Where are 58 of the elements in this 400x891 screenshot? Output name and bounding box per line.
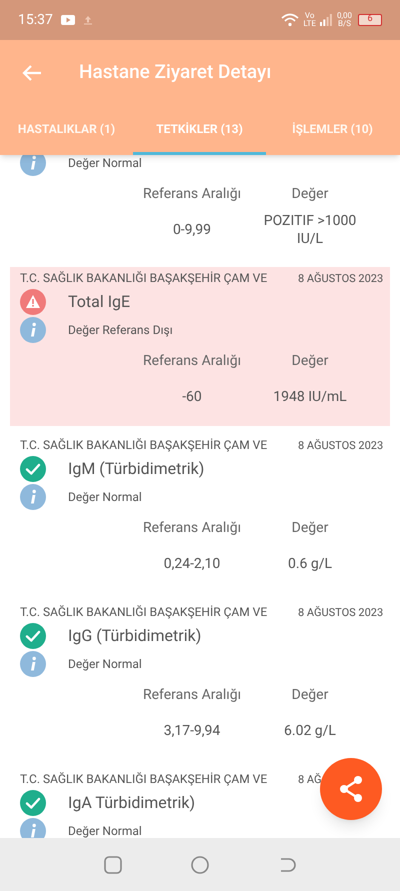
result-note: Değer Normal [68,656,142,673]
result-date: 8 AĞUSTOS 2023 [298,272,384,285]
reference-range: 3,17-9,94 [162,722,222,740]
info-icon [20,818,46,838]
check-icon [20,790,46,816]
column-header: Referans Aralığı [142,518,242,538]
column-header: Değer [290,518,330,538]
hospital-name: T.C. SAĞLIK BAKANLIĞI BAŞAKŞEHİR ÇAM VE [20,605,268,619]
test-name: Total IgE [68,291,130,313]
check-icon [20,623,46,649]
column-header: Değer [290,686,330,704]
result-note: Değer Referans Dışı [68,322,173,339]
result-value: 6.02 g/L [283,722,337,740]
reference-range: 0-9,99 [172,220,212,240]
test-name: IgG (Türbidimetrik) [68,625,202,647]
wifi-icon [281,13,300,27]
upload-icon [82,15,93,25]
result-note: Değer Normal [68,155,142,172]
speed-label: 0,00 [336,12,352,20]
result-card[interactable]: T.C. SAĞLIK BAKANLIĞI BAŞAKŞEHİR ÇAM VE 8 AĞUSTOS 2023 Total IgE Değer Referans Dışı Referans Aralığı Değer -60 1948 IU/mL [10,267,390,426]
column-header: Referans Aralığı [142,352,242,370]
warning-icon [20,289,46,315]
back-arrow-icon [22,64,42,82]
result-value: POZITIF >1000 IU/L [262,212,358,248]
reference-range: -60 [181,388,203,406]
screen-title: Hastane Ziyaret Detayı [79,59,272,86]
column-header: Değer [290,184,330,204]
column-header: Referans Aralığı [142,184,242,204]
hospital-name: T.C. SAĞLIK BAKANLIĞI BAŞAKŞEHİR ÇAM VE [20,271,268,285]
result-note: Değer Normal [68,823,142,838]
check-icon [20,456,46,482]
circle-icon[interactable] [190,856,209,874]
battery-indicator: 6 [358,14,382,26]
result-value: 1948 IU/mL [272,388,348,406]
clock: 15:37 [18,10,53,30]
column-header: Değer [290,352,330,370]
reference-range: 0,24-2,10 [162,554,222,574]
video-icon [60,15,75,25]
hospital-name: T.C. SAĞLIK BAKANLIĞI BAŞAKŞEHİR ÇAM VE [20,438,268,452]
result-date: 8 AĞUSTOS 2023 [298,606,384,619]
test-name: IgM (Türbidimetrik) [68,458,204,480]
test-name: IgA Türbidimetrik) [68,792,196,814]
speed-label: B/S [338,20,351,28]
info-icon [20,651,46,677]
result-date: 8 AĞ [298,772,322,786]
result-note: Değer Normal [68,489,142,506]
network-label: LTE [303,20,316,28]
result-date: 8 AĞUSTOS 2023 [298,438,384,452]
info-icon [20,155,46,176]
network-label: Vo [304,12,314,20]
info-icon [20,317,46,343]
signal-icon [320,14,332,26]
result-value: 0.6 g/L [286,555,334,573]
column-header: Referans Aralığı [142,686,242,704]
share-icon [338,775,364,803]
info-icon [20,484,46,510]
hospital-name: T.C. SAĞLIK BAKANLIĞI BAŞAKŞEHİR ÇAM VE [20,772,268,786]
square-icon[interactable] [104,856,122,874]
